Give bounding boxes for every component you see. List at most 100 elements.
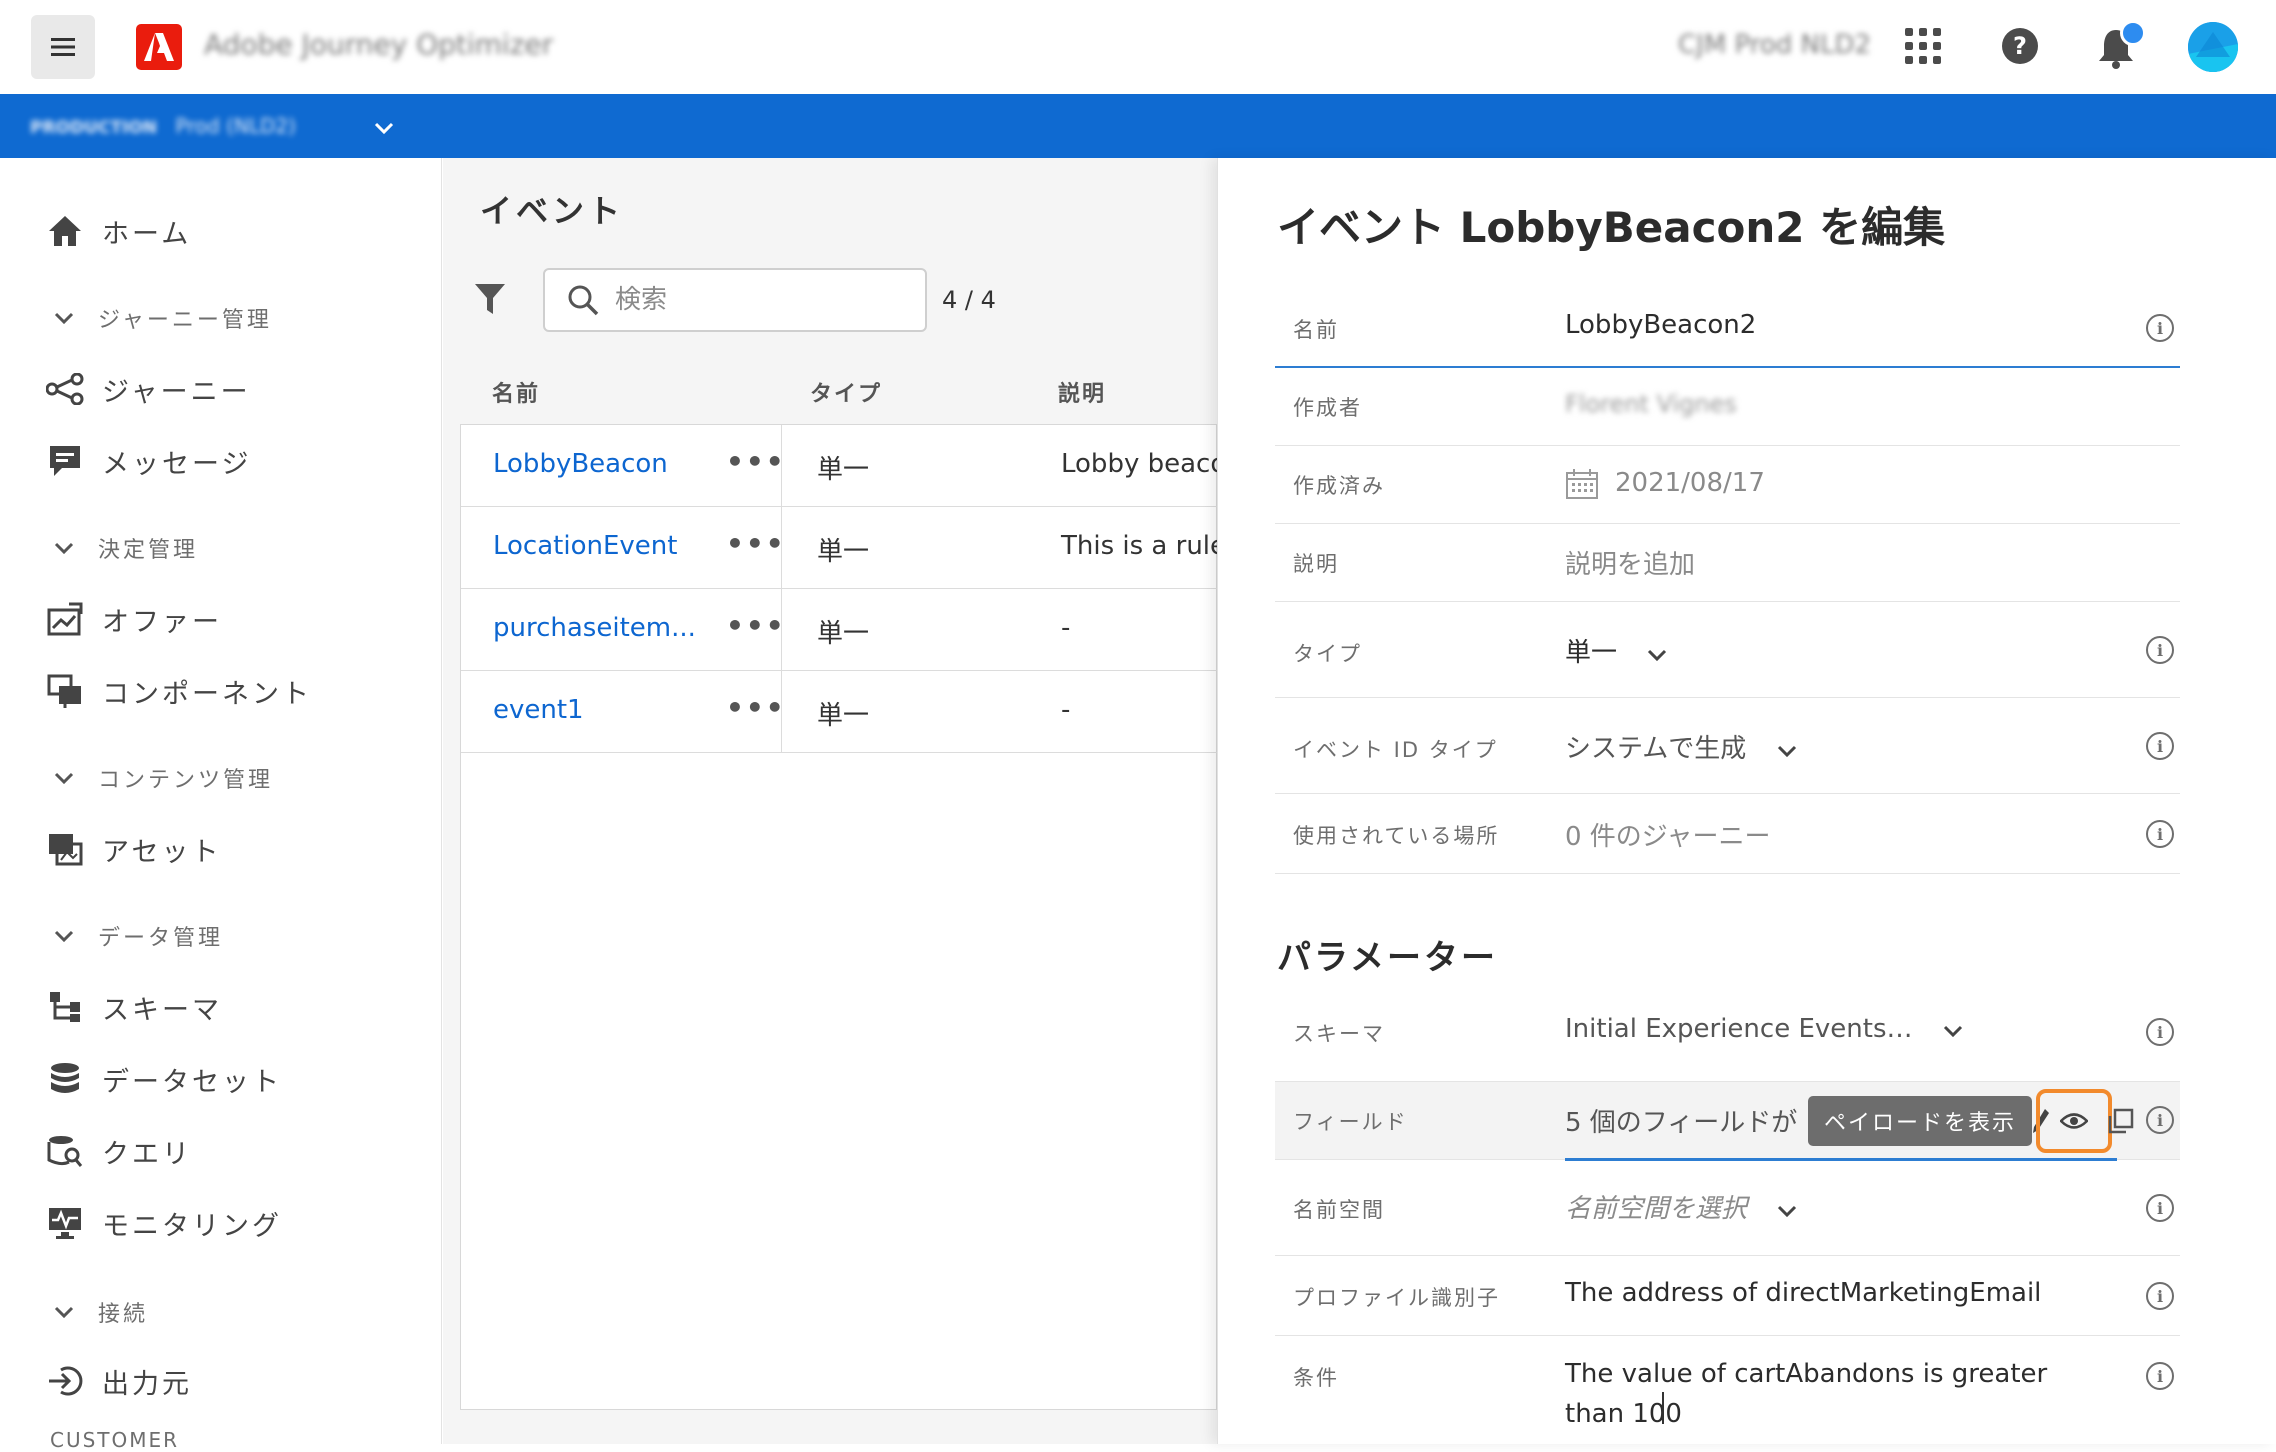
- profile-identifier-value[interactable]: The address of directMarketingEmail: [1565, 1278, 2041, 1308]
- user-avatar[interactable]: [2188, 22, 2238, 72]
- field-label: 名前空間: [1293, 1198, 1385, 1222]
- column-divider: [781, 589, 782, 671]
- schema-dropdown[interactable]: Initial Experience Events…: [1565, 1014, 1963, 1044]
- table-row[interactable]: LocationEvent ••• 単一 This is a rule-b: [461, 507, 1252, 589]
- event-type: 単一: [817, 537, 870, 567]
- nav-section-data-management[interactable]: データ管理: [50, 920, 223, 952]
- type-dropdown[interactable]: 単一: [1565, 632, 1667, 669]
- event-id-type-dropdown[interactable]: システムで生成: [1565, 728, 1797, 765]
- org-switcher[interactable]: CJM Prod NLD2: [1678, 30, 1871, 60]
- nav-item-label: モニタリング: [102, 1210, 282, 1242]
- nav-section-connections[interactable]: 接続: [50, 1296, 148, 1328]
- nav-item-assets[interactable]: アセット: [44, 828, 221, 870]
- field-label: スキーマ: [1293, 1022, 1385, 1046]
- chevron-down-icon: [50, 764, 78, 792]
- namespace-dropdown[interactable]: 名前空間を選択: [1565, 1188, 1797, 1225]
- adobe-logo-icon[interactable]: [136, 24, 182, 70]
- event-type: 単一: [817, 455, 870, 485]
- info-icon[interactable]: i: [2146, 820, 2174, 848]
- column-header-description[interactable]: 説明: [1058, 376, 1106, 408]
- info-icon[interactable]: i: [2146, 636, 2174, 664]
- nav-item-label: オファー: [102, 606, 222, 638]
- fields-value: 5 個のフィールドが: [1565, 1108, 1798, 1138]
- hamburger-menu-button[interactable]: [31, 15, 95, 79]
- used-in-value: 0 件のジャーニー: [1565, 822, 1771, 852]
- more-actions-icon[interactable]: •••: [726, 527, 786, 560]
- more-actions-icon[interactable]: •••: [726, 445, 786, 478]
- condition-line-1: The value of cartAbandons is greater: [1565, 1359, 2048, 1389]
- copy-icon[interactable]: [2108, 1108, 2134, 1134]
- nav-section-decision-management[interactable]: 決定管理: [50, 532, 198, 564]
- nav-item-label: メッセージ: [102, 448, 252, 480]
- condition-input[interactable]: The value of cartAbandons is greater tha…: [1565, 1354, 2047, 1434]
- source-icon: [44, 1360, 86, 1402]
- nav-item-monitoring[interactable]: モニタリング: [44, 1202, 282, 1244]
- event-name-input[interactable]: LobbyBeacon2: [1565, 310, 1756, 340]
- table-row[interactable]: LobbyBeacon ••• 単一 Lobby beacon: [461, 425, 1243, 507]
- more-actions-icon[interactable]: •••: [726, 609, 786, 642]
- events-table: LobbyBeacon ••• 単一 Lobby beacon Location…: [460, 424, 1252, 1410]
- nav-section-label: 決定管理: [98, 538, 199, 563]
- nav-section-customer[interactable]: CUSTOMER: [50, 1428, 179, 1452]
- search-input[interactable]: [613, 284, 913, 316]
- sandbox-switcher[interactable]: PRODUCTION Prod (NLD2): [30, 114, 296, 138]
- search-field[interactable]: [543, 268, 927, 332]
- event-name-link[interactable]: LocationEvent: [493, 531, 677, 561]
- nav-item-home[interactable]: ホーム: [44, 210, 191, 252]
- schema-dropdown-value: Initial Experience Events…: [1565, 1014, 1913, 1044]
- field-label: 名前: [1293, 318, 1339, 342]
- nav-section-journey-management[interactable]: ジャーニー管理: [50, 302, 272, 334]
- view-payload-button[interactable]: [2036, 1089, 2112, 1153]
- info-icon[interactable]: i: [2146, 314, 2174, 342]
- nav-item-label: 出力元: [102, 1368, 192, 1400]
- nav-item-queries[interactable]: クエリ: [44, 1130, 192, 1172]
- home-icon: [44, 210, 86, 252]
- event-description: -: [1061, 695, 1071, 725]
- component-icon: [44, 670, 86, 712]
- column-header-type[interactable]: タイプ: [810, 376, 882, 408]
- field-row-description: 説明 説明を追加: [1275, 524, 2180, 602]
- chevron-down-icon[interactable]: [374, 116, 394, 141]
- help-icon[interactable]: ?: [2002, 28, 2038, 64]
- field-row-created-by: 作成者 Florent Vignes: [1275, 368, 2180, 446]
- field-row-schema: スキーマ Initial Experience Events… i: [1275, 996, 2180, 1082]
- nav-item-label: アセット: [102, 836, 222, 868]
- event-description: Lobby beacon: [1061, 449, 1243, 479]
- message-icon: [44, 440, 86, 482]
- info-icon[interactable]: i: [2146, 1362, 2174, 1390]
- description-input[interactable]: 説明を追加: [1565, 544, 1695, 581]
- field-label: イベント ID タイプ: [1293, 738, 1498, 762]
- chevron-down-icon: [1648, 649, 1667, 661]
- column-header-name[interactable]: 名前: [492, 376, 540, 408]
- apps-grid-icon[interactable]: [1905, 28, 1941, 64]
- event-type: 単一: [817, 701, 870, 731]
- chevron-down-icon: [1777, 745, 1796, 757]
- nav-item-offers[interactable]: オファー: [44, 598, 222, 640]
- info-icon[interactable]: i: [2146, 1018, 2174, 1046]
- table-row[interactable]: event1 ••• 単一 -: [461, 671, 1218, 753]
- offer-icon: [44, 598, 86, 640]
- nav-item-components[interactable]: コンポーネント: [44, 670, 312, 712]
- filter-icon[interactable]: [474, 282, 512, 320]
- eye-icon: [2060, 1113, 2088, 1129]
- info-icon[interactable]: i: [2146, 1282, 2174, 1310]
- nav-section-label: 接続: [98, 1302, 149, 1327]
- info-icon[interactable]: i: [2146, 1106, 2174, 1134]
- parameters-heading: パラメーター: [1277, 938, 1498, 978]
- nav-item-journeys[interactable]: ジャーニー: [44, 368, 251, 410]
- more-actions-icon[interactable]: •••: [726, 691, 786, 724]
- nav-item-schemas[interactable]: スキーマ: [44, 986, 222, 1028]
- nav-item-datasets[interactable]: データセット: [44, 1058, 282, 1100]
- nav-item-sources[interactable]: 出力元: [44, 1360, 192, 1402]
- nav-section-content-management[interactable]: コンテンツ管理: [50, 762, 273, 794]
- event-name-link[interactable]: LobbyBeacon: [493, 449, 668, 479]
- event-name-link[interactable]: event1: [493, 695, 584, 725]
- event-name-link[interactable]: purchaseitem...: [493, 613, 696, 643]
- field-label: フィールド: [1293, 1110, 1408, 1134]
- view-payload-tooltip: ペイロードを表示: [1808, 1096, 2032, 1146]
- info-icon[interactable]: i: [2146, 1194, 2174, 1222]
- info-icon[interactable]: i: [2146, 732, 2174, 760]
- table-row[interactable]: purchaseitem... ••• 単一 -: [461, 589, 1218, 671]
- nav-item-messages[interactable]: メッセージ: [44, 440, 251, 482]
- text-cursor: [1662, 1392, 1664, 1424]
